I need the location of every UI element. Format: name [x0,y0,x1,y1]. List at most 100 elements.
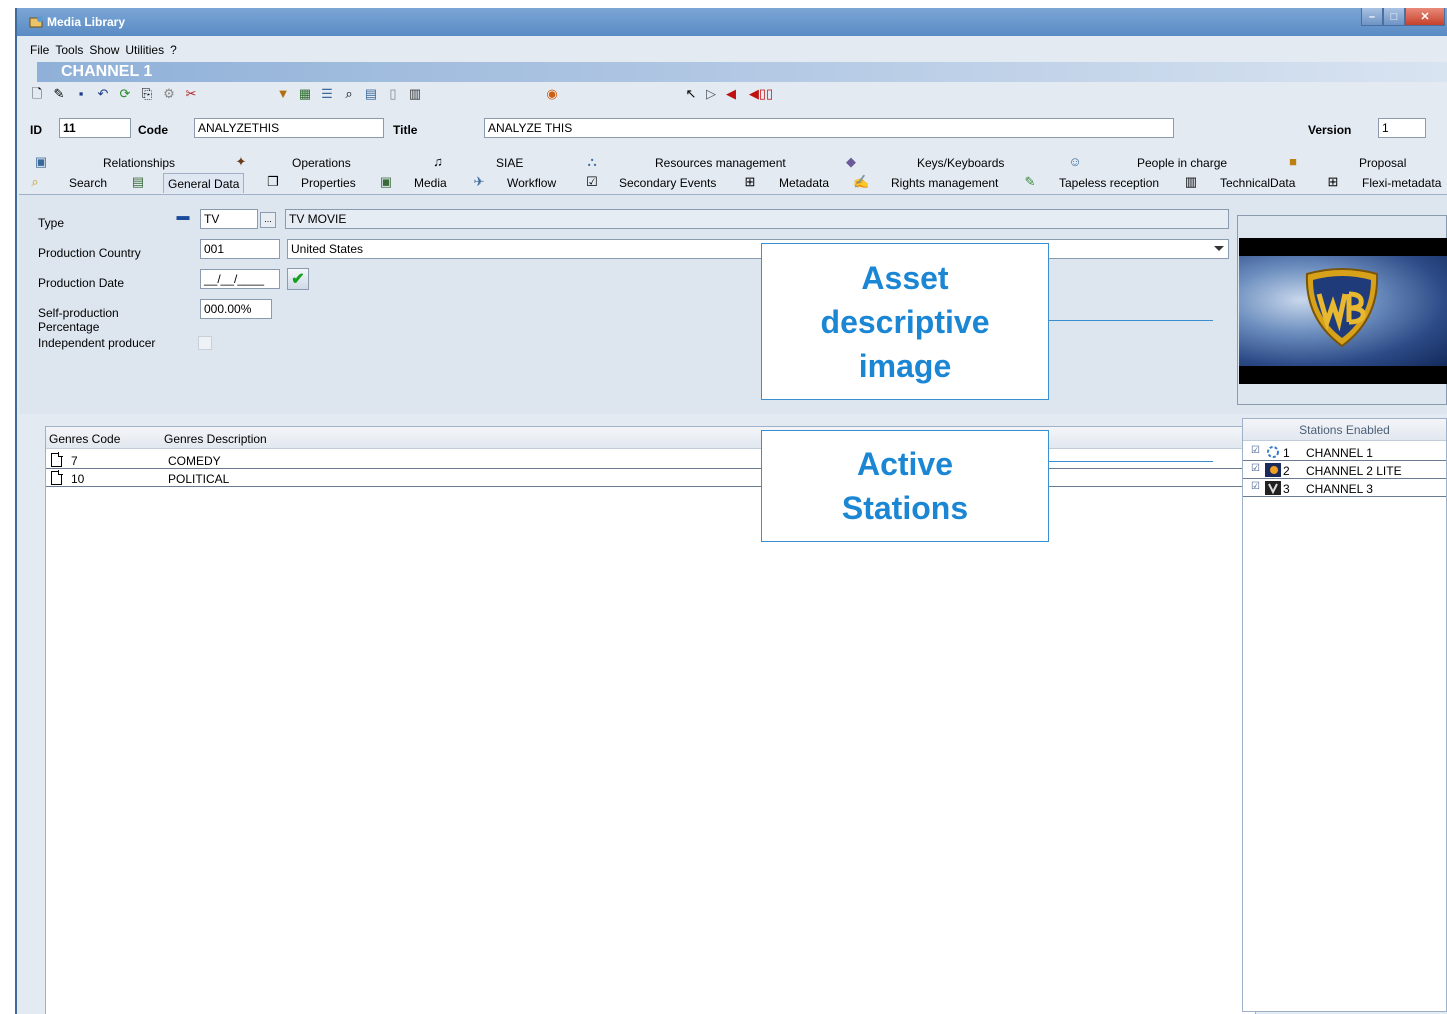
list-item[interactable]: ☑ 2 CHANNEL 2 LITE [1243,462,1446,479]
stations-header: Stations Enabled [1243,419,1446,441]
menu-show[interactable]: Show [89,43,119,57]
audio-tracks-icon[interactable]: ◀▯▯ [743,86,779,102]
tab-media[interactable]: Media [414,173,447,193]
new-icon[interactable]: 🗋 [29,86,45,102]
genre-description: POLITICAL [168,472,230,486]
copy-icon[interactable]: ⎘ [139,86,155,102]
id-field[interactable]: 11 [59,118,131,138]
version-field[interactable]: 1 [1378,118,1426,138]
workflow-icon: ✈ [473,174,485,189]
tab-siae[interactable]: SIAE [496,153,523,173]
edit-icon[interactable]: ✎ [51,86,67,102]
tab-general-data[interactable]: General Data [163,173,245,193]
tab-resources-management[interactable]: Resources management [655,153,786,173]
channel-3-icon [1265,481,1281,495]
undo-icon[interactable]: ↶ [95,86,111,102]
media-library-icon [29,16,43,28]
version-label: Version [1308,123,1352,137]
genres-code-header[interactable]: Genres Code [49,432,120,446]
properties-icon: ❐ [267,174,279,189]
tab-search[interactable]: Search [69,173,107,193]
siae-icon: ♫ [433,154,443,169]
metadata-icon: ⊞ [744,174,756,189]
film-icon[interactable]: ▦ [297,86,313,102]
genres-description-header[interactable]: Genres Description [164,432,267,446]
genre-code: 7 [71,454,78,468]
independent-producer-label: Independent producer [38,336,156,350]
country-select[interactable]: United States [287,239,1229,259]
title-bar[interactable]: Media Library – □ ✕ [17,8,1447,36]
code-field[interactable]: ANALYZETHIS [194,118,384,138]
country-code-field[interactable]: 001 [200,239,280,259]
tabs-row-bottom: ⌕ Search ▤ General Data ❐ Properties ▣ M… [17,173,1447,193]
list-item[interactable]: ☑ 1 CHANNEL 1 [1243,444,1446,461]
sky-background [1239,256,1447,366]
self-production-field[interactable]: 000.00% [200,299,272,319]
report-icon[interactable]: ▥ [407,86,423,102]
minimize-button[interactable]: – [1361,8,1383,26]
list-icon[interactable]: ☰ [319,86,335,102]
title-field[interactable]: ANALYZE THIS [484,118,1174,138]
self-production-label: Self-production [38,306,119,320]
asset-header-row: ID 11 Code ANALYZETHIS Title ANALYZE THI… [17,116,1447,146]
station-number: 3 [1283,482,1290,496]
genre-description: COMEDY [168,454,221,468]
document-icon [51,452,63,467]
proposal-icon: ■ [1289,154,1297,169]
table-row[interactable]: 10 POLITICAL [46,470,1255,487]
genres-list: Genres Code Genres Description 7 COMEDY … [45,426,1256,1014]
audio-icon[interactable]: ◀ [723,86,739,102]
tapeless-icon: ✎ [1024,174,1036,189]
refresh-icon[interactable]: ⟳ [117,86,133,102]
tab-metadata[interactable]: Metadata [779,173,829,193]
checkbox-checked-icon[interactable]: ☑ [1251,463,1260,474]
tab-operations[interactable]: Operations [292,153,351,173]
save-icon[interactable]: ▪ [73,86,89,102]
tab-properties[interactable]: Properties [301,173,356,193]
type-browse-button[interactable]: ... [260,212,276,228]
tab-technical-data[interactable]: TechnicalData [1220,173,1295,193]
close-button[interactable]: ✕ [1405,8,1445,26]
menu-file[interactable]: File [30,43,49,57]
channel-header: CHANNEL 1 [37,62,1447,82]
tab-tapeless-reception[interactable]: Tapeless reception [1059,173,1159,193]
tab-flexi-metadata[interactable]: Flexi-metadata [1362,173,1441,193]
confirm-date-button[interactable]: ✔ [287,268,309,290]
tab-secondary-events[interactable]: Secondary Events [619,173,716,193]
type-label: Type [38,216,65,230]
station-number: 2 [1283,464,1290,478]
secondary-events-icon: ☑ [586,174,598,189]
forward-icon[interactable]: ▷ [703,86,719,102]
help-cursor-icon[interactable]: ↖ [683,86,699,102]
print-preview-icon[interactable]: ▯ [385,86,401,102]
channel-1-icon [1267,446,1279,458]
checkbox-checked-icon[interactable]: ☑ [1251,481,1260,492]
menu-utilities[interactable]: Utilities [125,43,164,57]
maximize-button[interactable]: □ [1383,8,1405,26]
people-icon: ☺ [1068,154,1082,169]
menu-tools[interactable]: Tools [55,43,83,57]
play-icon[interactable]: ◉ [544,86,560,102]
independent-producer-checkbox[interactable] [198,336,212,350]
production-date-field[interactable]: __/__/____ [200,269,280,289]
asset-image-frame [1237,215,1447,405]
tab-relationships[interactable]: Relationships [103,153,175,173]
checkbox-checked-icon[interactable]: ☑ [1251,445,1260,456]
menu-help[interactable]: ? [170,43,177,57]
technical-data-icon: ▥ [1184,174,1198,189]
tools-icon[interactable]: ⚙ [161,86,177,102]
list-item[interactable]: ☑ 3 CHANNEL 3 [1243,480,1446,497]
resources-icon: ⛬ [587,154,597,169]
chevron-down-icon[interactable] [1214,246,1224,251]
tab-people-in-charge[interactable]: People in charge [1137,153,1227,173]
tab-rights-management[interactable]: Rights management [891,173,998,193]
type-code-field[interactable]: TV [200,209,258,229]
tab-keys-keyboards[interactable]: Keys/Keyboards [917,153,1004,173]
filter-icon[interactable]: ▼ [275,86,291,102]
media-icon: ▣ [379,174,393,189]
grid-icon[interactable]: ▤ [363,86,379,102]
binoculars-icon[interactable]: ⌕ [341,86,357,102]
tab-workflow[interactable]: Workflow [507,173,556,193]
scissors-icon[interactable]: ✂ [183,86,199,102]
tab-proposal[interactable]: Proposal [1359,153,1406,173]
